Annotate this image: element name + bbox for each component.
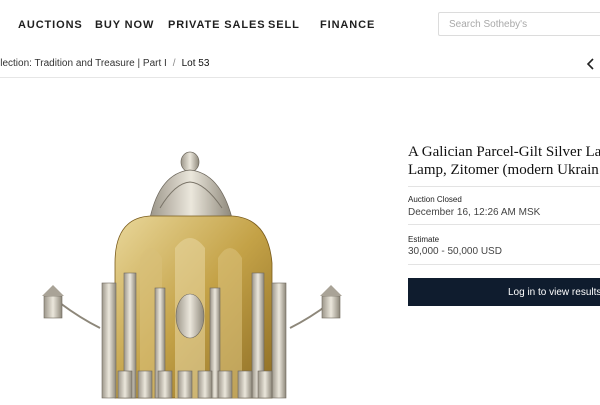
auction-status-label: Auction Closed <box>408 195 462 204</box>
nav-auctions[interactable]: AUCTIONS <box>18 19 83 31</box>
divider <box>408 264 600 265</box>
top-navigation: AUCTIONS BUY NOW PRIVATE SALES SELL FINA… <box>0 0 600 51</box>
search-input[interactable] <box>438 12 600 36</box>
auction-status-value: December 16, 12:26 AM MSK <box>408 207 541 218</box>
estimate-value: 30,000 - 50,000 USD <box>408 246 502 257</box>
nav-sell[interactable]: SELL <box>268 19 300 31</box>
hanukkah-lamp-image <box>42 151 342 399</box>
divider <box>408 186 600 187</box>
breadcrumb: llection: Tradition and Treasure | Part … <box>0 58 209 69</box>
lot-image[interactable] <box>0 78 395 400</box>
lot-title-line-1: A Galician Parcel-Gilt Silver Lar <box>408 144 600 160</box>
breadcrumb-collection-link[interactable]: llection: Tradition and Treasure | Part … <box>0 58 167 69</box>
breadcrumb-separator: / <box>172 58 176 69</box>
divider <box>408 224 600 225</box>
nav-finance[interactable]: FINANCE <box>320 19 375 31</box>
breadcrumb-bar: llection: Tradition and Treasure | Part … <box>0 50 600 78</box>
lot-title-line-2: Lamp, Zitomer (modern Ukrain <box>408 162 599 178</box>
nav-private-sales[interactable]: PRIVATE SALES <box>168 19 265 31</box>
nav-buy-now[interactable]: BUY NOW <box>95 19 154 31</box>
chevron-left-icon[interactable] <box>584 57 598 71</box>
login-to-view-results-button[interactable]: Log in to view results <box>408 278 600 306</box>
estimate-label: Estimate <box>408 235 440 244</box>
breadcrumb-current: Lot 53 <box>181 58 210 69</box>
lot-title: A Galician Parcel-Gilt Silver Lar Lamp, … <box>408 143 600 179</box>
